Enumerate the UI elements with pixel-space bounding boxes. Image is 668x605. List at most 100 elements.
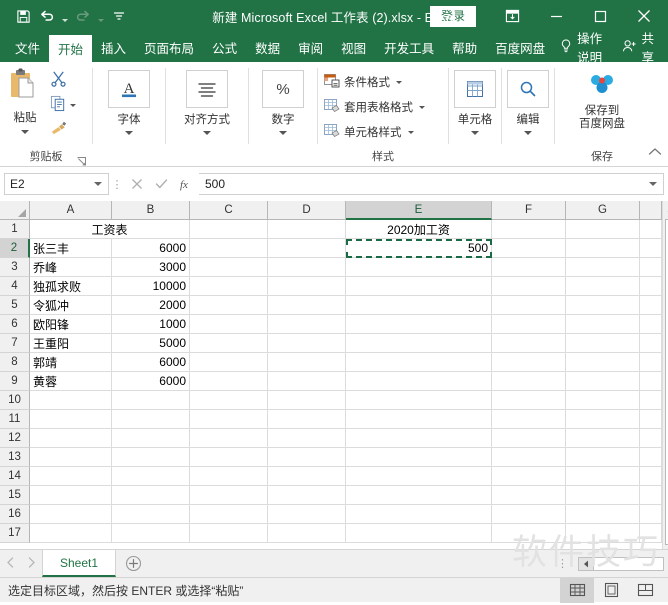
- cell-G14[interactable]: [566, 467, 640, 486]
- cell-G5[interactable]: [566, 296, 640, 315]
- cell-E16[interactable]: [346, 505, 492, 524]
- cell-A10[interactable]: [30, 391, 112, 410]
- close-button[interactable]: [622, 0, 666, 32]
- vertical-scroll-thumb[interactable]: [664, 219, 668, 545]
- select-all-corner[interactable]: [0, 201, 30, 220]
- cell-X5[interactable]: [640, 296, 662, 315]
- cell-F10[interactable]: [492, 391, 566, 410]
- cell-C13[interactable]: [190, 448, 268, 467]
- row-header-12[interactable]: 12: [0, 429, 30, 448]
- cell-D13[interactable]: [268, 448, 346, 467]
- page-break-preview-button[interactable]: [628, 578, 662, 603]
- cell-C4[interactable]: [190, 277, 268, 296]
- cell-E11[interactable]: [346, 410, 492, 429]
- cell-G17[interactable]: [566, 524, 640, 543]
- minimize-button[interactable]: [534, 0, 578, 32]
- cell-A11[interactable]: [30, 410, 112, 429]
- undo-dropdown-icon[interactable]: [60, 5, 70, 27]
- signin-button[interactable]: 登录: [429, 5, 476, 27]
- cell-D12[interactable]: [268, 429, 346, 448]
- row-header-3[interactable]: 3: [0, 258, 30, 277]
- ribbon-tab-file[interactable]: 文件: [6, 32, 49, 62]
- cell-D1[interactable]: [268, 220, 346, 239]
- cell-B16[interactable]: [112, 505, 190, 524]
- cell-G15[interactable]: [566, 486, 640, 505]
- cell-G1[interactable]: [566, 220, 640, 239]
- cell-B5[interactable]: 2000: [112, 296, 190, 315]
- cell-D16[interactable]: [268, 505, 346, 524]
- cell-X13[interactable]: [640, 448, 662, 467]
- cell-C15[interactable]: [190, 486, 268, 505]
- cell-F13[interactable]: [492, 448, 566, 467]
- expand-formula-bar-icon[interactable]: [649, 182, 657, 186]
- cell-C3[interactable]: [190, 258, 268, 277]
- cell-G9[interactable]: [566, 372, 640, 391]
- row-header-10[interactable]: 10: [0, 391, 30, 410]
- cell-G2[interactable]: [566, 239, 640, 258]
- format-painter-button[interactable]: [50, 120, 76, 141]
- ribbon-tab-review[interactable]: 审阅: [289, 32, 332, 62]
- row-header-5[interactable]: 5: [0, 296, 30, 315]
- cell-G7[interactable]: [566, 334, 640, 353]
- cell-area[interactable]: 工资表 2020加工资 张三丰 6000 500 乔峰 3000 独孤求败 10000 令狐冲 20…: [30, 220, 662, 543]
- column-header-C[interactable]: C: [190, 201, 268, 220]
- cell-E4[interactable]: [346, 277, 492, 296]
- save-to-baidu-button[interactable]: 保存到 百度网盘: [563, 66, 641, 131]
- cell-F11[interactable]: [492, 410, 566, 429]
- cell-D7[interactable]: [268, 334, 346, 353]
- cell-X1[interactable]: [640, 220, 662, 239]
- cell-C1[interactable]: [190, 220, 268, 239]
- ribbon-display-options-icon[interactable]: [490, 0, 534, 32]
- cell-A7[interactable]: 王重阳: [30, 334, 112, 353]
- editing-dropdown-icon[interactable]: [524, 131, 532, 135]
- row-header-13[interactable]: 13: [0, 448, 30, 467]
- alignment-button[interactable]: 对齐方式: [176, 66, 238, 135]
- cell-F2[interactable]: [492, 239, 566, 258]
- cell-F12[interactable]: [492, 429, 566, 448]
- cell-D4[interactable]: [268, 277, 346, 296]
- cell-F3[interactable]: [492, 258, 566, 277]
- cell-A8[interactable]: 郭靖: [30, 353, 112, 372]
- cell-X6[interactable]: [640, 315, 662, 334]
- ribbon-tab-help[interactable]: 帮助: [443, 32, 486, 62]
- cell-E2[interactable]: 500: [346, 239, 492, 258]
- cell-C6[interactable]: [190, 315, 268, 334]
- row-header-17[interactable]: 17: [0, 524, 30, 543]
- cell-D5[interactable]: [268, 296, 346, 315]
- cell-A5[interactable]: 令狐冲: [30, 296, 112, 315]
- column-header-D[interactable]: D: [268, 201, 346, 220]
- cell-B14[interactable]: [112, 467, 190, 486]
- cells-dropdown-icon[interactable]: [471, 131, 479, 135]
- cell-D6[interactable]: [268, 315, 346, 334]
- cell-A12[interactable]: [30, 429, 112, 448]
- cell-E3[interactable]: [346, 258, 492, 277]
- cell-G6[interactable]: [566, 315, 640, 334]
- cell-G3[interactable]: [566, 258, 640, 277]
- cell-D10[interactable]: [268, 391, 346, 410]
- row-header-4[interactable]: 4: [0, 277, 30, 296]
- horizontal-scrollbar[interactable]: [578, 556, 664, 571]
- column-header-E[interactable]: E: [346, 201, 492, 220]
- cell-X10[interactable]: [640, 391, 662, 410]
- cell-E14[interactable]: [346, 467, 492, 486]
- column-header-B[interactable]: B: [112, 201, 190, 220]
- cell-E15[interactable]: [346, 486, 492, 505]
- scroll-left-icon[interactable]: [578, 556, 594, 571]
- row-header-15[interactable]: 15: [0, 486, 30, 505]
- ribbon-tab-baidu[interactable]: 百度网盘: [486, 32, 554, 62]
- row-header-2[interactable]: 2: [0, 239, 30, 258]
- sheet-tab-sheet1[interactable]: Sheet1: [42, 550, 117, 577]
- cell-F17[interactable]: [492, 524, 566, 543]
- cell-B7[interactable]: 5000: [112, 334, 190, 353]
- cell-D8[interactable]: [268, 353, 346, 372]
- cell-D3[interactable]: [268, 258, 346, 277]
- name-box-dropdown-icon[interactable]: [94, 182, 102, 186]
- cell-X17[interactable]: [640, 524, 662, 543]
- confirm-icon[interactable]: [149, 173, 173, 195]
- number-button[interactable]: % 数字: [252, 66, 314, 135]
- cell-C8[interactable]: [190, 353, 268, 372]
- cell-B12[interactable]: [112, 429, 190, 448]
- ribbon-tab-home[interactable]: 开始: [49, 35, 93, 62]
- cell-styles-caret-icon[interactable]: [407, 130, 414, 134]
- cell-E10[interactable]: [346, 391, 492, 410]
